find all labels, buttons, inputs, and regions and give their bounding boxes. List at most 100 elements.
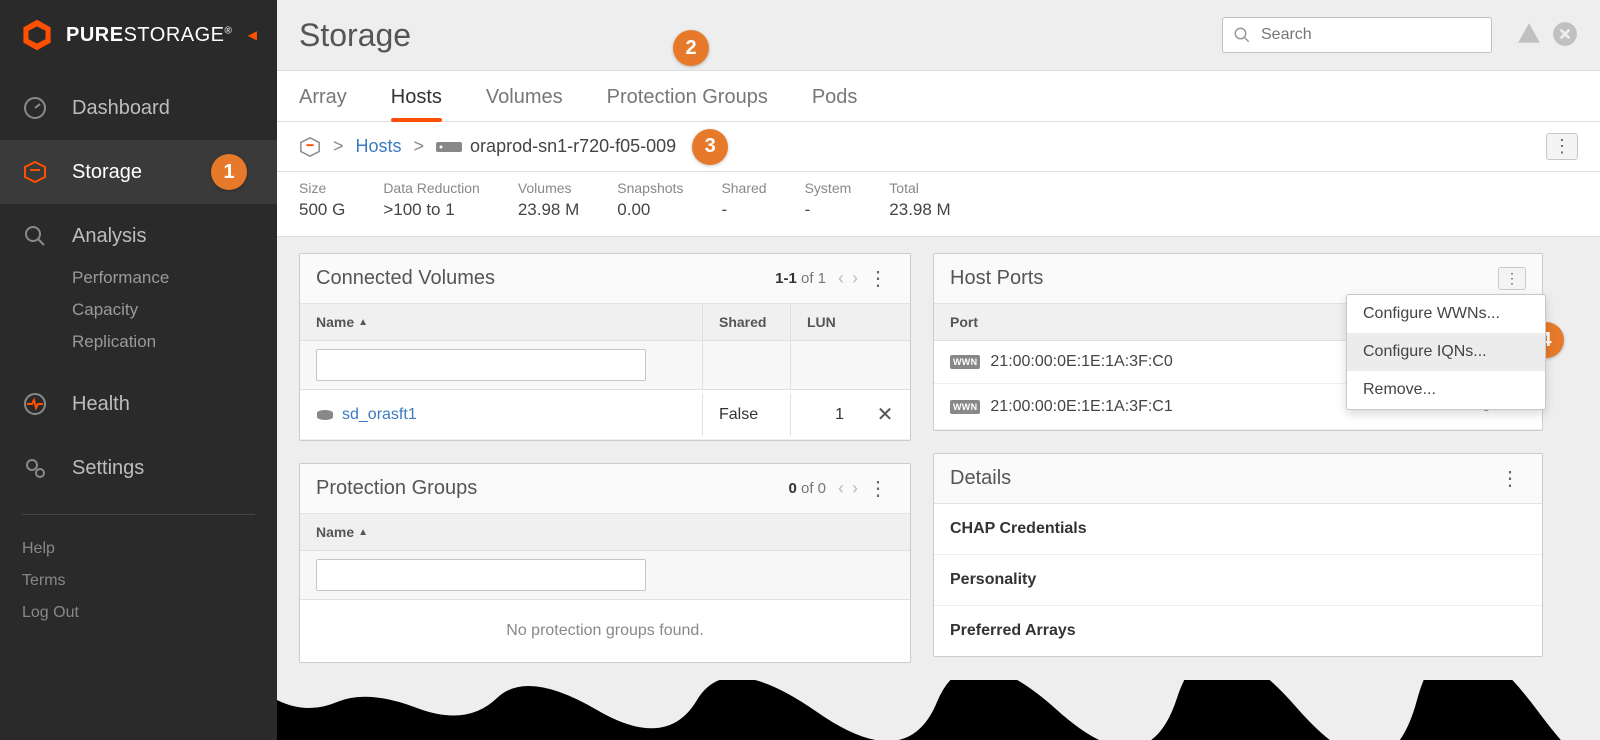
hp-dropdown-menu: Configure WWNs... Configure IQNs... Remo…: [1346, 294, 1546, 410]
pg-empty-message: No protection groups found.: [300, 600, 910, 662]
tabs: Array Hosts Volumes Protection Groups Po…: [277, 70, 1600, 122]
purestorage-logo-icon: [20, 18, 54, 52]
nav-settings-label: Settings: [72, 457, 144, 480]
detail-chap[interactable]: CHAP Credentials: [934, 504, 1542, 555]
array-root-icon[interactable]: [299, 136, 321, 158]
pg-col-name[interactable]: Name▲: [300, 514, 860, 550]
detail-preferred-arrays[interactable]: Preferred Arrays: [934, 606, 1542, 656]
menu-configure-iqns[interactable]: Configure IQNs...: [1347, 333, 1545, 371]
protection-groups-panel: Protection Groups 0 of 0 ‹ › ⋮ Name▲: [299, 463, 911, 663]
nav-sub-replication[interactable]: Replication: [72, 326, 277, 358]
brand-text: PURESTORAGE®: [66, 24, 232, 47]
torn-edge-decoration: [277, 680, 1600, 740]
sort-asc-icon: ▲: [358, 527, 368, 538]
tab-protection-groups[interactable]: Protection Groups: [607, 74, 768, 121]
nav-analysis[interactable]: Analysis: [0, 204, 277, 268]
details-title: Details: [950, 467, 1494, 490]
detail-personality[interactable]: Personality: [934, 555, 1542, 606]
cv-next-icon[interactable]: ›: [852, 268, 858, 289]
search-input[interactable]: [1259, 25, 1481, 45]
nav-sub-performance[interactable]: Performance: [72, 262, 277, 294]
cv-menu-button[interactable]: ⋮: [862, 269, 894, 289]
hp-title: Host Ports: [950, 267, 1498, 290]
cv-row: sd_orasft1 False 1 ✕: [300, 390, 910, 440]
hp-menu-button[interactable]: ⋮: [1498, 267, 1526, 290]
wwn-tag-icon: WWN: [950, 400, 980, 414]
annotation-1: 1: [211, 154, 247, 190]
sidebar: PURESTORAGE® ◀ Dashboard Storage 1 Analy…: [0, 0, 277, 740]
connected-volumes-panel: Connected Volumes 1-1 of 1 ‹ › ⋮ Name▲ S…: [299, 253, 911, 441]
crumb-current: oraprod-sn1-r720-f05-009: [470, 136, 676, 157]
storage-icon: [22, 159, 48, 185]
details-panel: Details ⋮ CHAP Credentials Personality P…: [933, 453, 1543, 657]
crumb-sep: >: [333, 136, 344, 157]
cv-col-name[interactable]: Name▲: [300, 304, 702, 340]
tab-hosts[interactable]: Hosts: [391, 74, 442, 121]
stat-size-value: 500 G: [299, 200, 345, 220]
menu-remove[interactable]: Remove...: [1347, 371, 1545, 409]
stat-volumes-label: Volumes: [518, 180, 579, 196]
connected-volumes-title: Connected Volumes: [316, 267, 775, 290]
topbar-icons: [1506, 21, 1578, 50]
page-title: Storage: [299, 17, 1222, 54]
pg-menu-button[interactable]: ⋮: [862, 479, 894, 499]
pg-prev-icon[interactable]: ‹: [838, 478, 844, 499]
breadcrumb: > Hosts > oraprod-sn1-r720-f05-009 3 ⋮: [277, 122, 1600, 172]
collapse-indicator-icon[interactable]: ◀: [248, 28, 257, 42]
annotation-2: 2: [673, 30, 709, 66]
tab-volumes[interactable]: Volumes: [486, 74, 563, 121]
cv-pager: 1-1 of 1: [775, 270, 826, 287]
tab-pods[interactable]: Pods: [812, 74, 858, 121]
nav-footer: Help Terms Log Out: [0, 529, 277, 649]
stat-system-value: -: [805, 200, 852, 220]
alert-icon[interactable]: [1516, 21, 1542, 50]
brand-logo: PURESTORAGE® ◀: [0, 0, 277, 70]
nav-health-label: Health: [72, 393, 130, 416]
cv-prev-icon[interactable]: ‹: [838, 268, 844, 289]
cv-remove-button[interactable]: ✕: [860, 390, 910, 439]
pg-title: Protection Groups: [316, 477, 788, 500]
footer-help[interactable]: Help: [22, 533, 255, 565]
nav-analysis-sub: Performance Capacity Replication: [0, 262, 277, 358]
volume-icon: [316, 409, 334, 421]
nav-dashboard[interactable]: Dashboard: [0, 76, 277, 140]
stat-size-label: Size: [299, 180, 345, 196]
stat-shared-label: Shared: [721, 180, 766, 196]
cv-shared-value: False: [702, 394, 790, 436]
nav-analysis-label: Analysis: [72, 225, 146, 248]
close-icon[interactable]: [1552, 21, 1578, 50]
pg-name-filter-input[interactable]: [316, 559, 646, 591]
nav-settings[interactable]: Settings: [0, 436, 277, 500]
cv-name-filter-input[interactable]: [316, 349, 646, 381]
search-icon: [1233, 26, 1251, 44]
cv-col-shared[interactable]: Shared: [702, 304, 790, 340]
nav-storage[interactable]: Storage 1: [0, 140, 277, 204]
details-menu-button[interactable]: ⋮: [1494, 469, 1526, 489]
annotation-3: 3: [692, 129, 728, 165]
nav-divider: [22, 514, 255, 515]
crumb-hosts-link[interactable]: Hosts: [356, 136, 402, 157]
nav-health[interactable]: Health: [0, 372, 277, 436]
host-stats: Size500 G Data Reduction>100 to 1 Volume…: [277, 172, 1600, 237]
cv-volume-link[interactable]: sd_orasft1: [342, 406, 417, 424]
stat-volumes-value: 23.98 M: [518, 200, 579, 220]
stat-shared-value: -: [721, 200, 766, 220]
nav-dashboard-label: Dashboard: [72, 97, 170, 120]
breadcrumb-menu-button[interactable]: ⋮: [1546, 133, 1578, 160]
nav-sub-capacity[interactable]: Capacity: [72, 294, 277, 326]
magnify-icon: [22, 223, 48, 249]
pg-next-icon[interactable]: ›: [852, 478, 858, 499]
tab-array[interactable]: Array: [299, 74, 347, 121]
stat-total-label: Total: [889, 180, 950, 196]
host-icon: [436, 140, 462, 154]
crumb-sep: >: [414, 136, 425, 157]
search-box[interactable]: [1222, 17, 1492, 53]
topbar: Storage: [277, 0, 1600, 70]
cv-col-lun[interactable]: LUN: [790, 304, 860, 340]
footer-terms[interactable]: Terms: [22, 565, 255, 597]
stat-snapshots-label: Snapshots: [617, 180, 683, 196]
menu-configure-wwns[interactable]: Configure WWNs...: [1347, 295, 1545, 333]
primary-nav: Dashboard Storage 1 Analysis Performance…: [0, 70, 277, 740]
pg-pager: 0 of 0: [788, 480, 826, 497]
footer-logout[interactable]: Log Out: [22, 597, 255, 629]
